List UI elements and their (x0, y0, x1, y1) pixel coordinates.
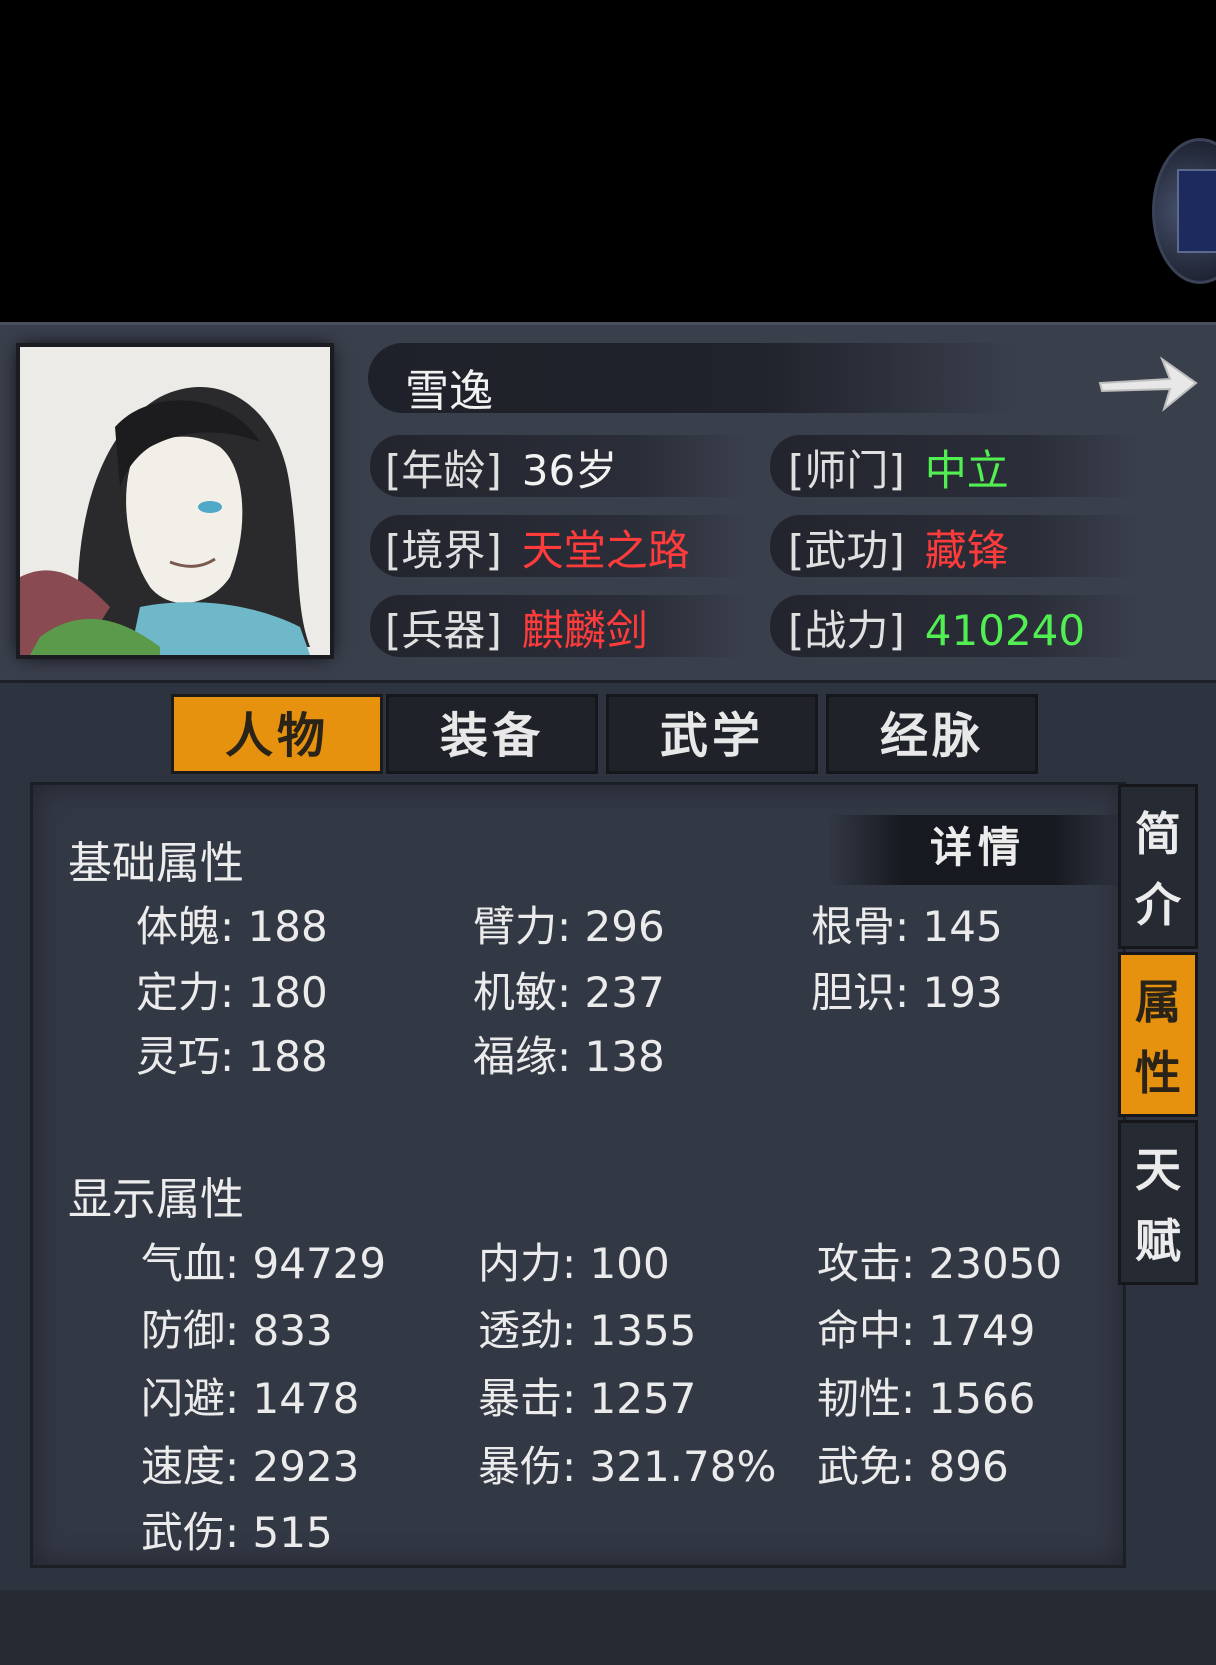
book-icon (1177, 169, 1216, 253)
side-tab-char: 简 (1135, 806, 1181, 861)
basic-stat: 福缘: 138 (473, 1032, 665, 1081)
power-row: [战力] 410240 (788, 597, 1085, 658)
basic-stat: 臂力: 296 (473, 902, 665, 951)
bottom-bar (0, 1590, 1216, 1665)
tab-equipment[interactable]: 装备 (386, 694, 598, 774)
character-panel: 雪逸 [年龄] 36岁 [师门] 中立 [境界] 天堂之路 [武功] 藏锋 [兵器] 麒麟… (0, 322, 1216, 1665)
realm-value: 天堂之路 (521, 526, 690, 575)
tab-martial-arts[interactable]: 武学 (606, 694, 818, 774)
martial-art-value: 藏锋 (924, 526, 1009, 575)
side-tab-char: 赋 (1135, 1214, 1181, 1269)
display-stat: 命中: 1749 (817, 1306, 1036, 1355)
side-tab-profile[interactable]: 简 介 (1118, 784, 1198, 949)
weapon-value: 麒麟剑 (521, 606, 648, 655)
display-stat: 暴伤: 321.78% (478, 1442, 777, 1491)
basic-stat: 体魄: 188 (136, 902, 328, 951)
side-tab-attributes[interactable]: 属 性 (1118, 952, 1198, 1117)
realm-row: [境界] 天堂之路 (385, 517, 690, 578)
basic-stat: 灵巧: 188 (136, 1032, 328, 1081)
display-stat: 内力: 100 (478, 1239, 670, 1288)
next-arrow-icon[interactable] (1092, 347, 1202, 417)
display-stat: 闪避: 1478 (141, 1374, 360, 1423)
basic-stat: 胆识: 193 (811, 968, 1003, 1017)
power-value: 410240 (924, 606, 1086, 655)
sect-row: [师门] 中立 (788, 437, 1009, 498)
martial-art-row: [武功] 藏锋 (788, 517, 1009, 578)
age-value: 36岁 (521, 446, 618, 495)
display-attributes-title: 显示属性 (68, 1174, 244, 1225)
side-tab-char: 属 (1135, 974, 1181, 1029)
tab-character[interactable]: 人物 (171, 694, 383, 774)
age-row: [年龄] 36岁 (385, 437, 617, 498)
side-tab-talent[interactable]: 天 赋 (1118, 1120, 1198, 1285)
weapon-row: [兵器] 麒麟剑 (385, 597, 648, 658)
power-label: [战力] (788, 606, 905, 655)
display-stat: 透劲: 1355 (478, 1306, 697, 1355)
character-name: 雪逸 (405, 366, 493, 417)
basic-attributes-title: 基础属性 (68, 838, 244, 889)
display-stat: 武免: 896 (817, 1442, 1009, 1491)
portrait-image (20, 347, 330, 655)
display-stat: 韧性: 1566 (817, 1374, 1036, 1423)
weapon-label: [兵器] (385, 606, 502, 655)
sect-label: [师门] (788, 446, 905, 495)
display-stat: 气血: 94729 (141, 1239, 387, 1288)
top-empty-area (0, 0, 1216, 322)
age-label: [年龄] (385, 446, 502, 495)
character-header: 雪逸 [年龄] 36岁 [师门] 中立 [境界] 天堂之路 [武功] 藏锋 [兵器] 麒麟… (0, 322, 1216, 683)
basic-stat: 定力: 180 (136, 968, 328, 1017)
display-stat: 武伤: 515 (141, 1508, 333, 1557)
side-tab-char: 天 (1135, 1142, 1181, 1197)
sect-value: 中立 (924, 446, 1009, 495)
display-stat: 防御: 833 (141, 1306, 333, 1355)
realm-label: [境界] (385, 526, 502, 575)
tab-meridians[interactable]: 经脉 (826, 694, 1038, 774)
basic-stat: 根骨: 145 (811, 902, 1003, 951)
display-stat: 攻击: 23050 (817, 1239, 1063, 1288)
display-stat: 速度: 2923 (141, 1442, 360, 1491)
side-tab-char: 性 (1135, 1046, 1181, 1101)
basic-stat: 机敏: 237 (473, 968, 665, 1017)
display-stat: 暴击: 1257 (478, 1374, 697, 1423)
details-button[interactable]: 详情 (828, 815, 1128, 885)
side-tab-char: 介 (1135, 878, 1181, 933)
martial-art-label: [武功] (788, 526, 905, 575)
attributes-content: 基础属性 详情 体魄: 188 臂力: 296 根骨: 145 定力: 180 … (30, 782, 1128, 1568)
character-portrait (20, 347, 330, 655)
